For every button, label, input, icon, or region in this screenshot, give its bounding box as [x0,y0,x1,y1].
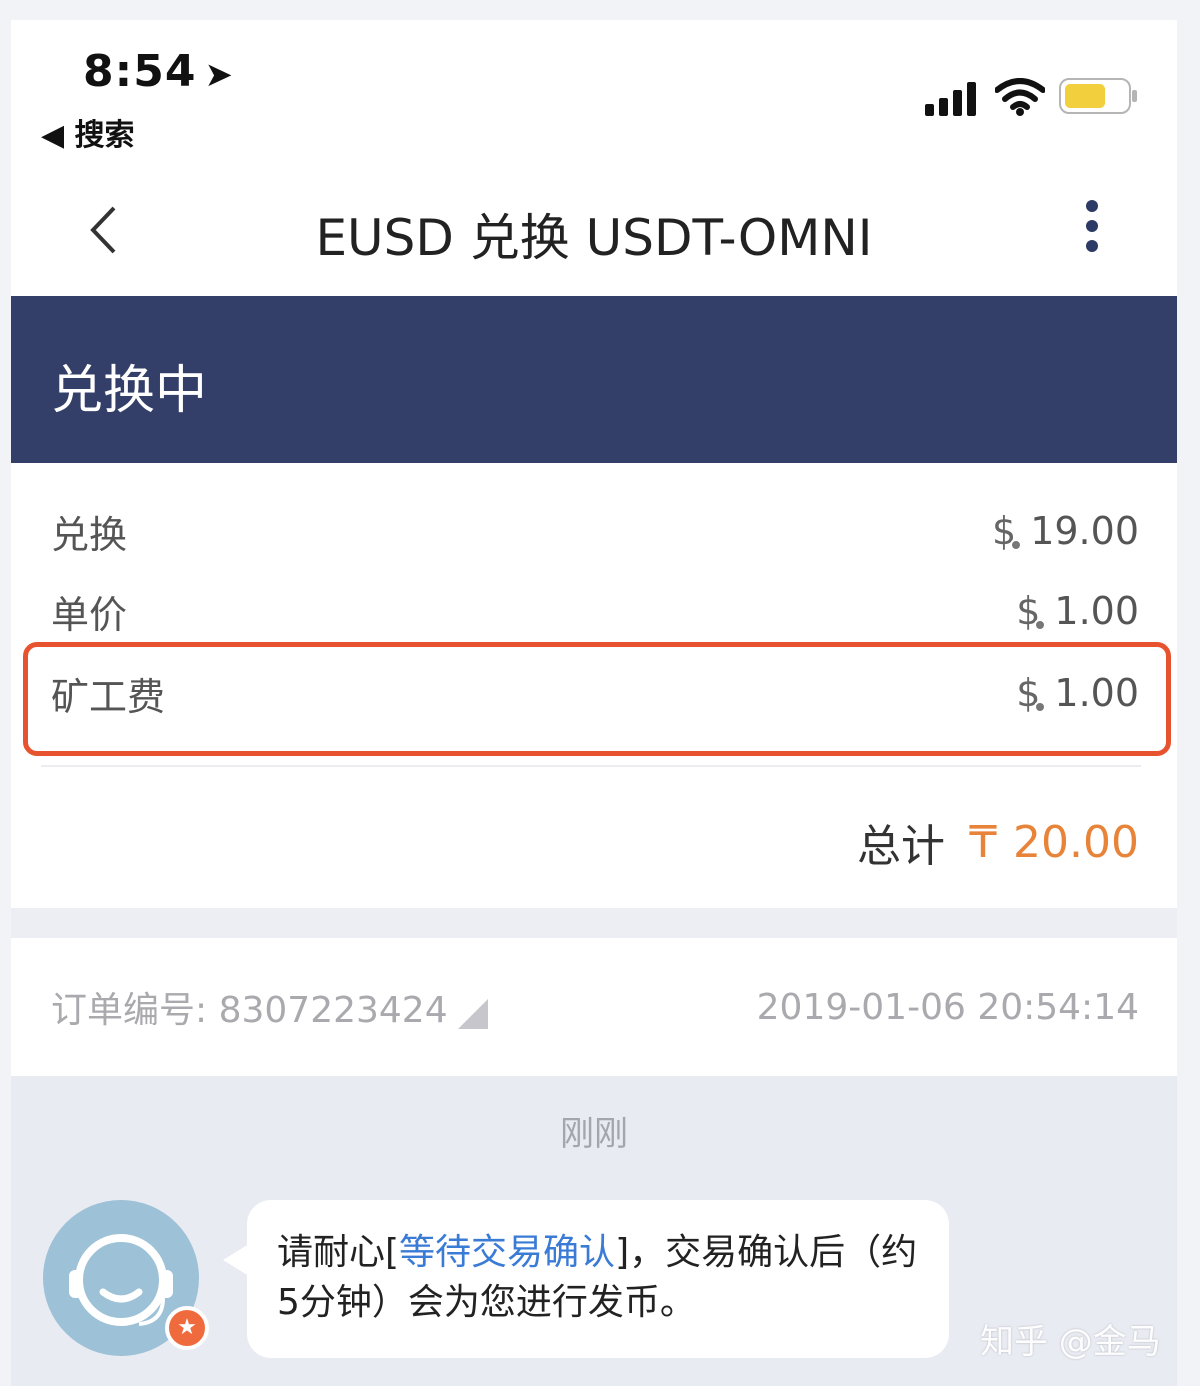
detail-amount: 1.00 [1054,589,1139,633]
wifi-icon [995,78,1045,116]
status-time: 8:54 ➤ [83,46,234,97]
usd-coin-icon: $ [992,509,1023,553]
order-info-row: 订单编号: 8307223424 2019-01-06 20:54:14 [11,970,1177,1044]
chevron-left-icon [90,206,116,254]
message-text: 请耐心[ [277,1232,400,1273]
detail-value: $ 1.00 [1016,589,1139,633]
chat-message-bubble: 请耐心[等待交易确认]，交易确认后（约5分钟）会为您进行发币。 [223,1200,949,1358]
wait-confirmation-link[interactable]: 等待交易确认 [399,1232,615,1273]
tether-icon: ₸ [969,816,998,868]
chat-timestamp: 刚刚 [560,1114,628,1154]
order-datetime: 2019-01-06 20:54:14 [756,986,1139,1028]
detail-label: 单价 [51,592,128,637]
detail-amount: 19.00 [1030,509,1139,553]
exchange-status-text: 兑换中 [51,361,208,421]
page-title: EUSD 兑换 USDT-OMNI [315,209,873,267]
detail-row-unit-price: 单价 $ 1.00 [11,578,1177,644]
detail-row-exchange: 兑换 $ 19.00 [11,498,1177,564]
battery-icon [1059,78,1137,114]
detail-label: 兑换 [51,512,128,557]
back-to-search-button[interactable]: ◀ 搜索 [41,110,135,154]
miner-fee-highlight [23,642,1171,756]
more-vertical-icon[interactable] [1077,200,1107,256]
status-banner: 兑换中 [11,296,1177,463]
usd-coin-icon: $ [1016,589,1047,633]
phone-screen: 8:54➤ ◀ 搜索 EUSD 兑换 USDT-OMNI 兑换中 兑换 $ 1 [11,20,1177,1386]
clock-text: 8:54 [83,46,197,97]
order-number[interactable]: 订单编号: 8307223424 [51,981,488,1033]
location-arrow-icon: ➤ [204,55,234,95]
total-label: 总计 [857,821,946,872]
copy-corner-icon [457,999,488,1029]
divider [41,765,1141,767]
detail-value: $ 19.00 [992,509,1139,553]
total-amount: 20.00 [1013,816,1139,868]
total-row: 总计 ₸ 20.00 [857,810,1139,874]
cellular-signal-icon [925,82,976,116]
order-number-text: 订单编号: 8307223424 [51,990,448,1031]
back-button[interactable] [73,200,133,260]
section-separator [11,908,1177,938]
watermark-text: 知乎 @金马 [980,1322,1161,1362]
star-badge-icon: ★ [165,1306,209,1350]
